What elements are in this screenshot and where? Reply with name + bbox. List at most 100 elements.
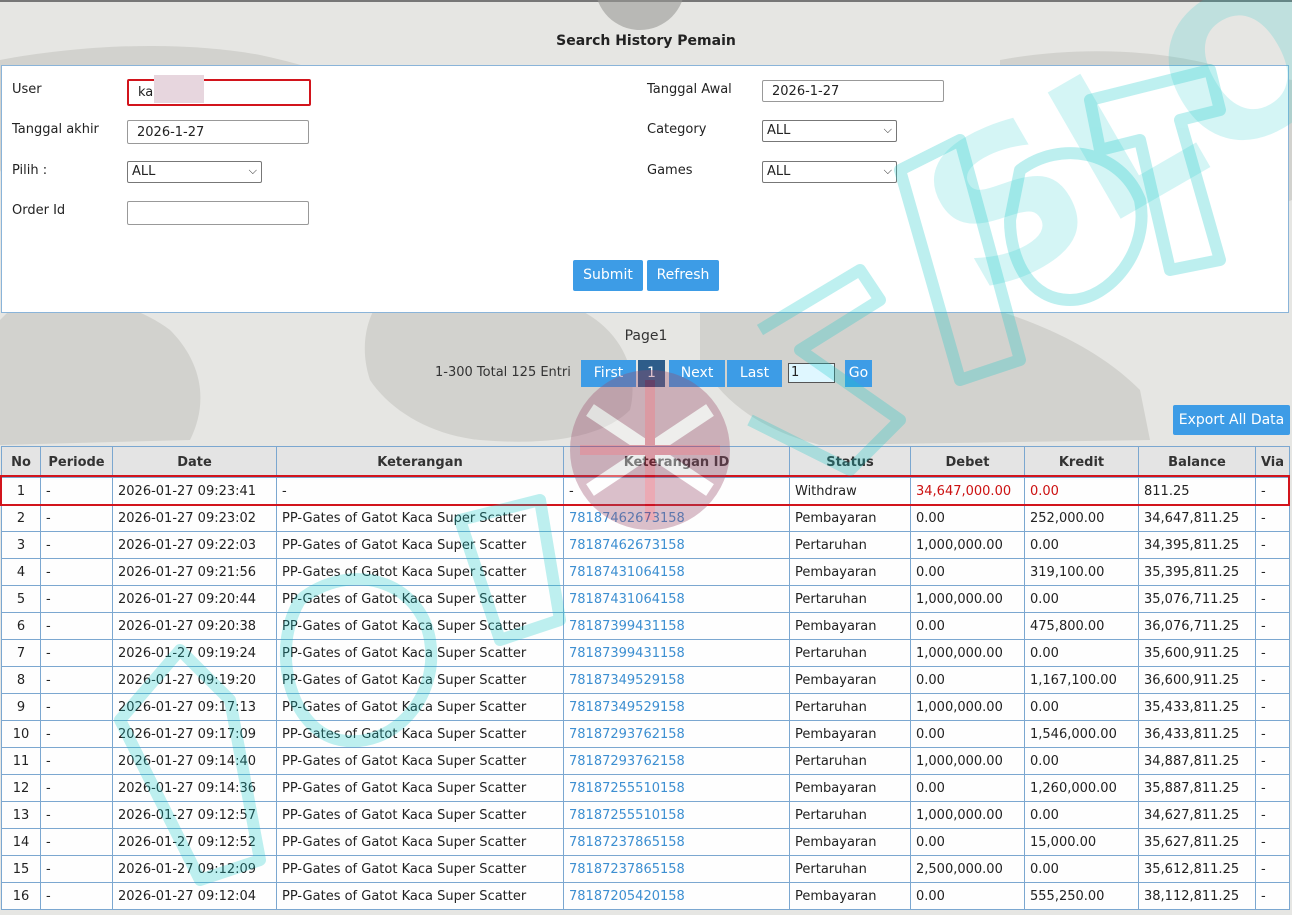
cell-debet: 0.00 (910, 666, 1025, 694)
cell-via: - (1255, 801, 1290, 829)
cell-date: 2026-01-27 09:12:09 (112, 855, 277, 883)
cell-keterangan: PP-Gates of Gatot Kaca Super Scatter (276, 612, 564, 640)
cell-kredit: 555,250.00 (1024, 882, 1139, 910)
chevron-down-icon: ⌵ (883, 123, 892, 136)
cell-date: 2026-01-27 09:17:09 (112, 720, 277, 748)
cell-keterangan: PP-Gates of Gatot Kaca Super Scatter (276, 855, 564, 883)
cell-periode: - (40, 531, 113, 559)
col-header-via: Via (1255, 446, 1290, 478)
refresh-button[interactable]: Refresh (647, 260, 719, 291)
cell-keterangan-id[interactable]: 78187462673158 (563, 531, 790, 559)
cell-no: 16 (1, 882, 41, 910)
cell-keterangan-id[interactable]: 78187431064158 (563, 558, 790, 586)
redacted-blur (154, 75, 204, 103)
cell-balance: 35,395,811.25 (1138, 558, 1256, 586)
cell-keterangan-id[interactable]: 78187462673158 (563, 504, 790, 532)
cell-no: 1 (1, 477, 41, 505)
col-header-no: No (1, 446, 41, 478)
cell-keterangan-id[interactable]: 78187293762158 (563, 720, 790, 748)
cell-balance: 34,887,811.25 (1138, 747, 1256, 775)
cell-date: 2026-01-27 09:12:57 (112, 801, 277, 829)
table-row: 15-2026-01-27 09:12:09 PP-Gates of Gatot … (1, 855, 1290, 883)
cell-status: Pertaruhan (789, 585, 911, 613)
export-all-data-button[interactable]: Export All Data (1173, 405, 1290, 435)
go-button[interactable]: Go (845, 360, 872, 387)
pilih-select[interactable]: ALL ⌵ (127, 161, 262, 183)
cell-date: 2026-01-27 09:14:36 (112, 774, 277, 802)
tanggal-awal-input[interactable]: 2026-1-27 (762, 80, 944, 102)
cell-keterangan-id[interactable]: 78187255510158 (563, 774, 790, 802)
cell-date: 2026-01-27 09:21:56 (112, 558, 277, 586)
cell-debet: 0.00 (910, 504, 1025, 532)
cell-keterangan: - (276, 477, 564, 505)
cell-keterangan-id[interactable]: 78187205420158 (563, 882, 790, 910)
cell-kredit: 0.00 (1024, 801, 1139, 829)
cell-keterangan-id: - (563, 477, 790, 505)
cell-balance: 36,076,711.25 (1138, 612, 1256, 640)
cell-keterangan-id[interactable]: 78187255510158 (563, 801, 790, 829)
cell-kredit: 0.00 (1024, 693, 1139, 721)
cell-periode: - (40, 882, 113, 910)
first-page-button[interactable]: First (581, 360, 636, 387)
table-row: 16-2026-01-27 09:12:04 PP-Gates of Gatot … (1, 882, 1290, 910)
cell-no: 2 (1, 504, 41, 532)
cell-no: 14 (1, 828, 41, 856)
table-row: 13-2026-01-27 09:12:57 PP-Gates of Gatot … (1, 801, 1290, 829)
cell-keterangan-id[interactable]: 78187431064158 (563, 585, 790, 613)
cell-periode: - (40, 666, 113, 694)
last-page-button[interactable]: Last (727, 360, 782, 387)
cell-kredit: 0.00 (1024, 531, 1139, 559)
cell-keterangan-id[interactable]: 78187237865158 (563, 828, 790, 856)
cell-kredit: 0.00 (1024, 855, 1139, 883)
cell-keterangan-id[interactable]: 78187399431158 (563, 639, 790, 667)
goto-page-input[interactable]: 1 (788, 363, 835, 383)
cell-periode: - (40, 504, 113, 532)
cell-debet: 1,000,000.00 (910, 693, 1025, 721)
cell-via: - (1255, 639, 1290, 667)
category-select[interactable]: ALL ⌵ (762, 120, 897, 142)
cell-keterangan-id[interactable]: 78187349529158 (563, 666, 790, 694)
user-input-value: ka (138, 85, 154, 100)
cell-status: Pembayaran (789, 828, 911, 856)
table-row: 12-2026-01-27 09:14:36 PP-Gates of Gatot … (1, 774, 1290, 802)
order-id-input[interactable] (127, 201, 309, 225)
user-input[interactable]: ka (127, 75, 311, 106)
cell-kredit: 0.00 (1024, 747, 1139, 775)
cell-no: 8 (1, 666, 41, 694)
history-table: No Periode Date Keterangan Keterangan ID… (1, 446, 1290, 910)
cell-date: 2026-01-27 09:19:20 (112, 666, 277, 694)
submit-button[interactable]: Submit (573, 260, 643, 291)
cell-keterangan-id[interactable]: 78187349529158 (563, 693, 790, 721)
cell-periode: - (40, 747, 113, 775)
cell-kredit: 0.00 (1024, 639, 1139, 667)
cell-via: - (1255, 828, 1290, 856)
cell-no: 5 (1, 585, 41, 613)
table-row: 11-2026-01-27 09:14:40 PP-Gates of Gatot … (1, 747, 1290, 775)
cell-date: 2026-01-27 09:23:02 (112, 504, 277, 532)
col-header-kredit: Kredit (1024, 446, 1139, 478)
cell-status: Pembayaran (789, 774, 911, 802)
cell-debet: 0.00 (910, 828, 1025, 856)
cell-no: 13 (1, 801, 41, 829)
cell-no: 15 (1, 855, 41, 883)
cell-date: 2026-01-27 09:20:44 (112, 585, 277, 613)
cell-via: - (1255, 558, 1290, 586)
cell-via: - (1255, 504, 1290, 532)
cell-status: Pembayaran (789, 720, 911, 748)
col-header-balance: Balance (1138, 446, 1256, 478)
cell-balance: 35,433,811.25 (1138, 693, 1256, 721)
games-select[interactable]: ALL ⌵ (762, 161, 897, 183)
cell-keterangan-id[interactable]: 78187293762158 (563, 747, 790, 775)
cell-keterangan-id[interactable]: 78187399431158 (563, 612, 790, 640)
user-label: User (12, 82, 42, 97)
page-1-button[interactable]: 1 (638, 360, 665, 387)
cell-keterangan-id[interactable]: 78187237865158 (563, 855, 790, 883)
next-page-button[interactable]: Next (669, 360, 725, 387)
tanggal-awal-label: Tanggal Awal (647, 82, 732, 97)
cell-no: 9 (1, 693, 41, 721)
cell-debet: 0.00 (910, 882, 1025, 910)
tanggal-akhir-input[interactable]: 2026-1-27 (127, 120, 309, 144)
cell-date: 2026-01-27 09:22:03 (112, 531, 277, 559)
cell-date: 2026-01-27 09:20:38 (112, 612, 277, 640)
cell-debet: 1,000,000.00 (910, 639, 1025, 667)
